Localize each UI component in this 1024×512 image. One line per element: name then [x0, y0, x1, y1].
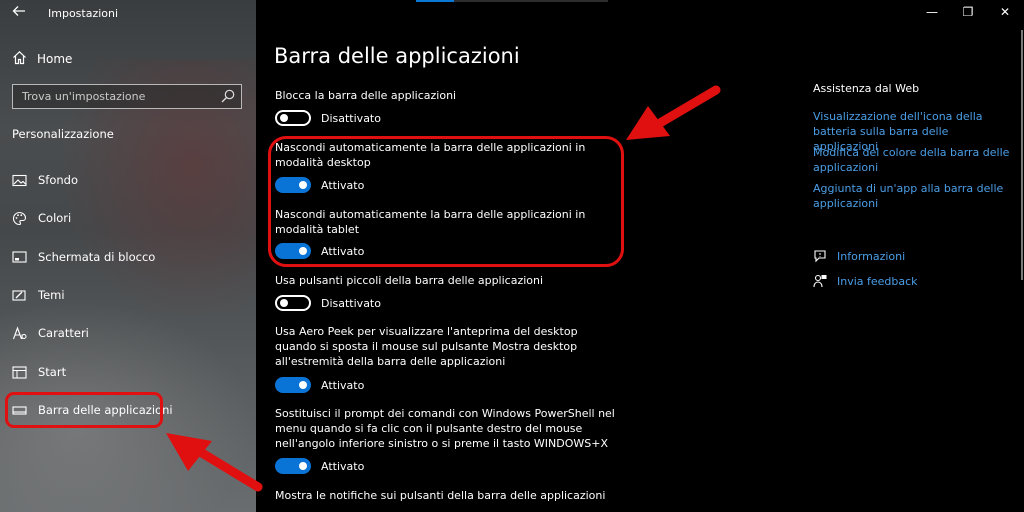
page-title: Barra delle applicazioni: [274, 44, 520, 68]
section-heading: Personalizzazione: [12, 127, 114, 141]
powershell-toggle[interactable]: [275, 458, 311, 474]
toggle-row-aero-peek[interactable]: Attivato: [275, 377, 364, 393]
back-arrow-icon[interactable]: [8, 4, 30, 22]
small-buttons-toggle[interactable]: [275, 295, 311, 311]
toggle-row-small-buttons[interactable]: Disattivato: [275, 295, 381, 311]
toggle-state-label: Attivato: [321, 378, 365, 392]
sidebar-item-colori[interactable]: Colori: [12, 208, 71, 228]
font-icon: [12, 325, 27, 341]
scrollbar[interactable]: [1021, 30, 1023, 280]
main-panel: — ❐ ✕ Barra delle applicazioni Blocca la…: [256, 0, 1024, 512]
help-link-add-app[interactable]: Aggiunta di un'app alla barra delle appl…: [813, 181, 1013, 211]
sidebar-item-label: Temi: [38, 288, 65, 302]
feedback-icon: [813, 274, 827, 288]
sidebar-item-schermata-di-blocco[interactable]: Schermata di blocco: [12, 247, 155, 267]
brush-icon: [12, 288, 27, 303]
feedback-link[interactable]: Invia feedback: [813, 274, 918, 288]
sidebar-item-label: Sfondo: [38, 173, 79, 187]
setting-label-notifications: Mostra le notifiche sui pulsanti della b…: [275, 489, 606, 502]
sidebar-item-start[interactable]: Start: [12, 362, 66, 382]
selected-item-highlight: [5, 392, 163, 428]
setting-label-lock-taskbar: Blocca la barra delle applicazioni: [275, 89, 457, 102]
feedback-label: Invia feedback: [837, 274, 918, 288]
toggle-state-label: Attivato: [321, 459, 365, 473]
sidebar-item-label: Colori: [38, 211, 72, 225]
app-title: Impostazioni: [48, 7, 119, 20]
setting-label-aero-peek: Usa Aero Peek per visualizzare l'antepri…: [275, 325, 578, 368]
lock-screen-icon: [12, 250, 27, 265]
start-icon: [12, 365, 27, 380]
toggle-state-label: Disattivato: [321, 296, 381, 310]
maximize-button[interactable]: ❐: [959, 5, 977, 21]
sidebar-item-sfondo[interactable]: Sfondo: [12, 170, 78, 190]
lock-taskbar-toggle[interactable]: [275, 110, 311, 126]
info-label: Informazioni: [837, 249, 906, 263]
nav-home-label: Home: [37, 52, 73, 66]
sidebar-item-label: Start: [38, 365, 67, 379]
sidebar-item-label: Caratteri: [38, 326, 89, 340]
sidebar: Impostazioni Home Trova un'impostazione …: [0, 0, 256, 512]
setting-label-small-buttons: Usa pulsanti piccoli della barra delle a…: [275, 274, 544, 287]
info-link[interactable]: Informazioni: [813, 249, 905, 263]
image-icon: [12, 173, 27, 188]
sidebar-item-caratteri[interactable]: Caratteri: [12, 323, 89, 343]
sidebar-item-label: Schermata di blocco: [38, 250, 156, 264]
nav-home[interactable]: Home: [12, 50, 72, 68]
close-button[interactable]: ✕: [996, 5, 1014, 21]
minimize-button[interactable]: —: [923, 5, 941, 21]
autohide-highlight-box: [268, 136, 624, 267]
toggle-state-label: Disattivato: [321, 111, 381, 125]
toggle-row-powershell[interactable]: Attivato: [275, 458, 364, 474]
setting-label-powershell: Sostituisci il prompt dei comandi con Wi…: [275, 407, 615, 450]
search-icon[interactable]: [220, 88, 236, 104]
sidebar-item-temi[interactable]: Temi: [12, 285, 65, 305]
search-placeholder: Trova un'impostazione: [22, 90, 146, 103]
progress-strip: [416, 0, 608, 2]
help-link-taskbar-color[interactable]: Modifica del colore della barra delle ap…: [813, 145, 1013, 175]
search-input[interactable]: Trova un'impostazione: [12, 84, 242, 109]
palette-icon: [12, 211, 27, 226]
chat-help-icon: [813, 249, 827, 263]
toggle-row-lock-taskbar[interactable]: Disattivato: [275, 110, 381, 126]
aero-peek-toggle[interactable]: [275, 377, 311, 393]
home-icon: [12, 50, 27, 68]
help-heading: Assistenza dal Web: [813, 82, 920, 95]
